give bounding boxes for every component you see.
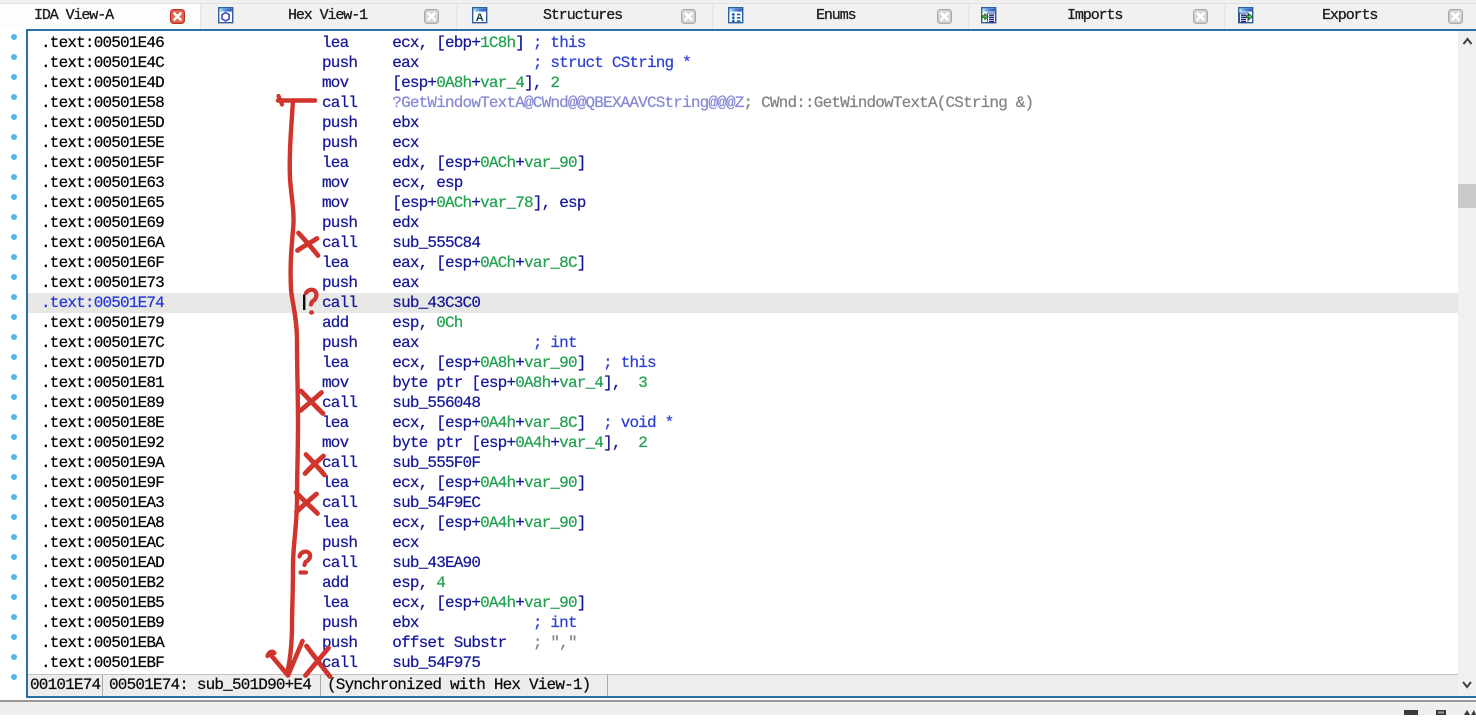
svg-text:A: A: [476, 12, 484, 24]
